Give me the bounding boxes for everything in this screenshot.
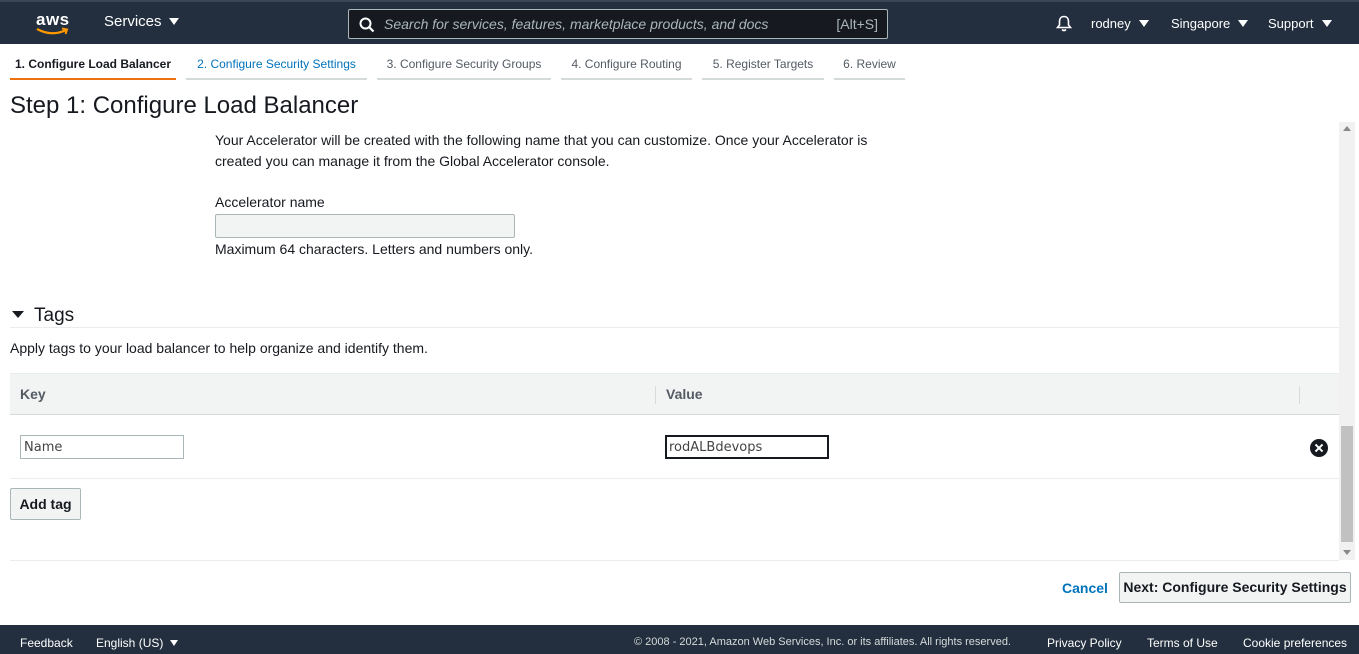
search-bar[interactable]: Search for services, features, marketpla… xyxy=(348,9,888,39)
column-header-key: Key xyxy=(20,386,46,402)
console-footer: Feedback English (US) © 2008 - 2021, Ama… xyxy=(0,625,1359,654)
scrollbar[interactable] xyxy=(1339,122,1355,560)
scroll-up-arrow-icon[interactable] xyxy=(1343,126,1351,131)
services-menu[interactable]: Services xyxy=(104,13,179,30)
accelerator-name-input[interactable] xyxy=(215,214,515,238)
user-menu[interactable]: rodney xyxy=(1091,16,1149,31)
step-configure-routing[interactable]: 4. Configure Routing xyxy=(561,52,692,80)
cancel-button[interactable]: Cancel xyxy=(1062,580,1108,596)
page-title: Step 1: Configure Load Balancer xyxy=(10,92,359,119)
chevron-down-icon xyxy=(1238,20,1249,27)
chevron-down-icon xyxy=(170,640,179,646)
privacy-policy-link[interactable]: Privacy Policy xyxy=(1047,636,1122,650)
step-register-targets[interactable]: 5. Register Targets xyxy=(702,52,824,80)
language-label: English (US) xyxy=(96,636,164,650)
aws-logo[interactable]: aws xyxy=(36,10,72,38)
search-icon xyxy=(359,17,375,33)
wizard-content: Your Accelerator will be created with th… xyxy=(0,122,1339,560)
table-row xyxy=(10,415,1339,479)
support-label: Support xyxy=(1268,16,1314,31)
step-configure-security-settings[interactable]: 2. Configure Security Settings xyxy=(186,52,367,80)
divider xyxy=(10,560,1339,561)
scroll-down-arrow-icon[interactable] xyxy=(1343,550,1351,555)
column-divider xyxy=(1299,386,1300,404)
region-name: Singapore xyxy=(1171,16,1231,31)
accelerator-name-hint: Maximum 64 characters. Letters and numbe… xyxy=(215,241,533,257)
tags-table-header: Key Value xyxy=(10,373,1339,415)
tags-section-header: Tags xyxy=(10,304,1339,328)
tags-table: Key Value xyxy=(10,373,1339,479)
next-button[interactable]: Next: Configure Security Settings xyxy=(1119,572,1351,603)
services-label: Services xyxy=(104,13,162,30)
step-configure-load-balancer[interactable]: 1. Configure Load Balancer xyxy=(10,52,176,80)
accelerator-description: Your Accelerator will be created with th… xyxy=(215,132,868,169)
tag-key-input[interactable] xyxy=(20,435,184,459)
tags-description: Apply tags to your load balancer to help… xyxy=(10,340,428,356)
scrollbar-thumb[interactable] xyxy=(1341,426,1353,542)
tag-value-input[interactable] xyxy=(665,435,829,459)
support-menu[interactable]: Support xyxy=(1268,16,1332,31)
top-navigation: aws Services Search for services, featur… xyxy=(0,0,1359,44)
column-header-value: Value xyxy=(666,386,703,402)
user-name: rodney xyxy=(1091,16,1131,31)
step-configure-security-groups[interactable]: 3. Configure Security Groups xyxy=(377,52,551,80)
aws-smile-icon xyxy=(36,27,69,35)
chevron-down-icon xyxy=(1321,20,1332,27)
chevron-down-icon xyxy=(1138,20,1149,27)
caret-down-icon[interactable] xyxy=(12,311,24,318)
column-divider xyxy=(655,386,656,404)
remove-tag-icon[interactable] xyxy=(1310,439,1328,457)
feedback-link[interactable]: Feedback xyxy=(20,636,73,650)
search-placeholder: Search for services, features, marketpla… xyxy=(384,16,769,32)
language-selector[interactable]: English (US) xyxy=(96,636,179,650)
copyright-text: © 2008 - 2021, Amazon Web Services, Inc.… xyxy=(634,636,1011,648)
bell-icon[interactable] xyxy=(1056,15,1072,32)
terms-of-use-link[interactable]: Terms of Use xyxy=(1147,636,1218,650)
tags-title[interactable]: Tags xyxy=(34,305,74,327)
region-menu[interactable]: Singapore xyxy=(1171,16,1249,31)
search-shortcut: [Alt+S] xyxy=(836,16,878,32)
add-tag-button[interactable]: Add tag xyxy=(10,488,81,520)
step-review[interactable]: 6. Review xyxy=(834,52,905,80)
chevron-down-icon xyxy=(168,18,179,25)
accelerator-name-label: Accelerator name xyxy=(215,194,325,210)
cookie-preferences-link[interactable]: Cookie preferences xyxy=(1243,636,1347,650)
